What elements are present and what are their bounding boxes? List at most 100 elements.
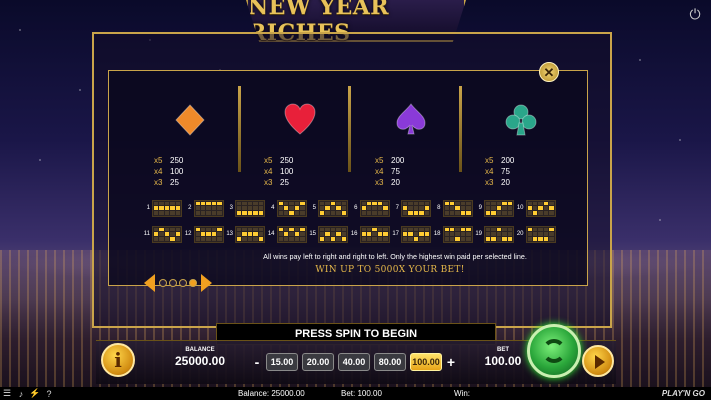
- payout-multiplier: x3: [264, 178, 273, 187]
- payout-value: 200: [391, 156, 405, 165]
- payline-pattern: [152, 225, 182, 243]
- payout-row: x5 200: [485, 155, 514, 166]
- payout-row: x4 100: [264, 166, 293, 177]
- autoplay-button[interactable]: [582, 345, 614, 377]
- payline-4: 4: [267, 199, 307, 217]
- payline-pattern: [276, 199, 307, 217]
- payline-pattern: [276, 225, 307, 243]
- page-dot[interactable]: [159, 279, 167, 287]
- payline-20: 20: [516, 225, 556, 243]
- sound-icon[interactable]: ♪: [14, 389, 28, 399]
- balance-value: 25000.00: [174, 354, 226, 368]
- payline-13: 13: [225, 225, 265, 243]
- payout-list: x5 250 x4 100 x3 25: [264, 155, 293, 188]
- payout-value: 100: [170, 167, 184, 176]
- payline-7: 7: [391, 199, 431, 217]
- symbol-club: x5 200 x4 75 x3 20: [461, 95, 571, 195]
- status-win: Win:: [454, 389, 470, 398]
- payline-5: 5: [308, 199, 348, 217]
- decrease-bet-button[interactable]: -: [252, 354, 262, 370]
- payout-value: 75: [501, 167, 510, 176]
- payline-number: 16: [350, 231, 358, 237]
- payline-number: 7: [395, 205, 399, 211]
- payout-multiplier: x3: [375, 178, 384, 187]
- bet-option-chip[interactable]: 100.00: [410, 353, 442, 371]
- paylines-grid: 1 2 3 4 5 6 7 8 9 10 11 12 13 14 15 16 17 18 19 20: [142, 199, 562, 245]
- close-paytable-button[interactable]: ✕: [539, 62, 559, 82]
- payline-pattern: [193, 225, 224, 243]
- payout-multiplier: x4: [375, 167, 384, 176]
- payline-pattern: [152, 199, 182, 217]
- payline-number: 10: [516, 205, 524, 211]
- bet-option-chip[interactable]: 20.00: [302, 353, 334, 371]
- payout-row: x4 75: [485, 166, 514, 177]
- payline-number: 1: [146, 205, 150, 211]
- payline-number: 5: [312, 205, 316, 211]
- bet-option-chip[interactable]: 40.00: [338, 353, 370, 371]
- menu-icon[interactable]: ☰: [0, 388, 14, 399]
- symbol-heart: x5 250 x4 100 x3 25: [240, 95, 350, 195]
- payline-pattern: [484, 225, 514, 243]
- payout-row: x3 25: [264, 177, 293, 188]
- help-icon[interactable]: ?: [42, 389, 56, 399]
- payout-row: x3 20: [485, 177, 514, 188]
- payline-12: 12: [184, 225, 224, 243]
- payout-value: 250: [170, 156, 184, 165]
- payout-value: 200: [501, 156, 515, 165]
- increase-bet-button[interactable]: +: [446, 354, 456, 370]
- max-win-text: WIN UP TO 5000X YOUR BET!: [315, 265, 465, 275]
- next-page-arrow-icon[interactable]: [201, 274, 212, 292]
- payout-list: x5 200 x4 75 x3 20: [375, 155, 404, 188]
- spin-arrows-icon: [542, 339, 566, 363]
- payline-pattern: [525, 225, 556, 243]
- payout-row: x4 100: [154, 166, 183, 177]
- payline-number: 9: [478, 205, 482, 211]
- payline-8: 8: [433, 199, 473, 217]
- payout-value: 20: [391, 178, 400, 187]
- payline-number: 13: [226, 231, 233, 237]
- payline-19: 19: [474, 225, 514, 243]
- rules-text: All wins pay left to right and right to …: [263, 252, 527, 261]
- payline-pattern: [484, 199, 514, 217]
- payout-row: x5 200: [375, 155, 404, 166]
- payout-value: 100: [280, 167, 294, 176]
- payout-row: x3 25: [154, 177, 183, 188]
- symbol-paytable: x5 250 x4 100 x3 25 x5 250 x4 100 x3 25 x5 200 x4 75 x3 2…: [130, 95, 570, 195]
- turbo-icon[interactable]: ⚡: [28, 388, 42, 399]
- page-dot[interactable]: [169, 279, 177, 287]
- payout-row: x4 75: [375, 166, 404, 177]
- payout-value: 250: [280, 156, 294, 165]
- payline-1: 1: [142, 199, 182, 217]
- bet-option-chip[interactable]: 80.00: [374, 353, 406, 371]
- page-dot[interactable]: [179, 279, 187, 287]
- payline-pattern: [525, 199, 556, 217]
- payline-number: 3: [229, 205, 233, 211]
- payline-number: 20: [516, 231, 524, 237]
- payout-multiplier: x4: [154, 167, 163, 176]
- payline-pattern: [318, 225, 348, 243]
- payout-multiplier: x5: [375, 156, 384, 165]
- payout-value: 20: [501, 178, 510, 187]
- payline-pattern: [401, 225, 431, 243]
- page-dot[interactable]: [189, 279, 197, 287]
- payline-number: 6: [354, 205, 358, 211]
- payline-pattern: [442, 225, 473, 243]
- payout-multiplier: x4: [264, 167, 273, 176]
- power-icon[interactable]: ⏻: [687, 6, 703, 22]
- balance-display: BALANCE 25000.00: [165, 347, 235, 375]
- payout-multiplier: x3: [154, 178, 163, 187]
- bet-label: BET: [497, 347, 509, 353]
- info-button[interactable]: i: [101, 343, 135, 377]
- brand-logo: PLAY'N GO: [661, 389, 705, 398]
- balance-label: BALANCE: [185, 347, 215, 353]
- bet-option-chip[interactable]: 15.00: [266, 353, 298, 371]
- payline-pattern: [401, 199, 431, 217]
- payline-number: 18: [433, 231, 441, 237]
- payout-row: x5 250: [264, 155, 293, 166]
- spin-button[interactable]: [527, 324, 581, 378]
- bet-selector: - 15.00 20.00 40.00 80.00 100.00 +: [252, 352, 456, 372]
- payline-2: 2: [184, 199, 224, 217]
- payout-multiplier: x5: [485, 156, 494, 165]
- status-bet: Bet: 100.00: [341, 389, 382, 398]
- previous-page-arrow-icon[interactable]: [144, 274, 155, 292]
